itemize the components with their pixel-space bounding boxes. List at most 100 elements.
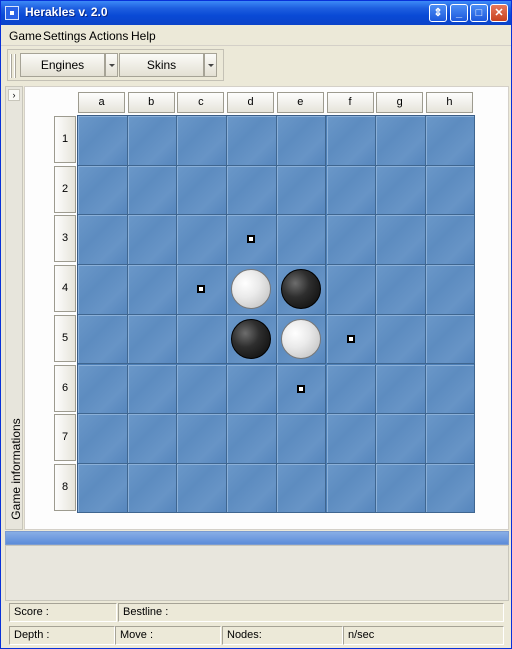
- board-cell-e2[interactable]: [276, 165, 327, 216]
- toolbar-grip-2[interactable]: [14, 54, 16, 78]
- board-cell-g1[interactable]: [376, 116, 426, 166]
- board-cell-g5[interactable]: [376, 314, 426, 365]
- game-info-label[interactable]: Game informations: [9, 409, 23, 529]
- skins-dropdown-icon[interactable]: [204, 53, 217, 77]
- column-header-e: e: [276, 92, 324, 113]
- board-cell-e7[interactable]: [276, 414, 327, 464]
- board-cell-b3[interactable]: [127, 215, 178, 265]
- board-cell-d4[interactable]: [227, 265, 277, 315]
- board-cell-c4[interactable]: [177, 265, 227, 315]
- board-cell-g3[interactable]: [376, 215, 426, 265]
- board-cell-a5[interactable]: [78, 314, 128, 365]
- board-cell-b2[interactable]: [127, 165, 178, 216]
- board-cell-h8[interactable]: [425, 463, 476, 514]
- minimize-button[interactable]: _: [450, 4, 468, 22]
- board-cell-c2[interactable]: [177, 165, 227, 216]
- board-cell-a3[interactable]: [78, 215, 128, 265]
- board-area: abcdefgh 12345678: [24, 86, 509, 530]
- board-cell-f8[interactable]: [326, 463, 376, 514]
- board-cell-e1[interactable]: [276, 116, 327, 166]
- board-cell-c8[interactable]: [177, 463, 227, 514]
- board-cell-c6[interactable]: [177, 364, 227, 414]
- skins-button[interactable]: Skins: [119, 53, 204, 77]
- board-cell-d5[interactable]: [227, 314, 277, 365]
- board-cell-c1[interactable]: [177, 116, 227, 166]
- board-cell-h3[interactable]: [425, 215, 476, 265]
- board-cell-d2[interactable]: [227, 165, 277, 216]
- board-cell-d7[interactable]: [227, 414, 277, 464]
- legal-move-marker-c4[interactable]: [197, 285, 206, 294]
- board-cell-d1[interactable]: [227, 116, 277, 166]
- board-cell-h4[interactable]: [425, 265, 476, 315]
- board-cell-a2[interactable]: [78, 165, 128, 216]
- expand-chevron-icon[interactable]: ›: [8, 89, 20, 101]
- board-cell-e3[interactable]: [276, 215, 327, 265]
- rollup-icon[interactable]: ⇕: [429, 4, 447, 22]
- engines-button[interactable]: Engines: [20, 53, 105, 77]
- column-header-h: h: [425, 92, 473, 113]
- row-header-3: 3: [54, 215, 76, 263]
- board-cell-g8[interactable]: [376, 463, 426, 514]
- board-cell-e8[interactable]: [276, 463, 327, 514]
- board-cell-f6[interactable]: [326, 364, 376, 414]
- board-cell-h1[interactable]: [425, 116, 476, 166]
- board-cell-g6[interactable]: [376, 364, 426, 414]
- title-bar[interactable]: Herakles v. 2.0 ⇕ _ □ ✕: [1, 1, 511, 25]
- board-cell-c7[interactable]: [177, 414, 227, 464]
- board-cell-g7[interactable]: [376, 414, 426, 464]
- engines-dropdown-icon[interactable]: [105, 53, 118, 77]
- board-cell-c5[interactable]: [177, 314, 227, 365]
- board-cell-f7[interactable]: [326, 414, 376, 464]
- board-cell-g2[interactable]: [376, 165, 426, 216]
- board-cell-h6[interactable]: [425, 364, 476, 414]
- board-cell-b8[interactable]: [127, 463, 178, 514]
- board-cell-c3[interactable]: [177, 215, 227, 265]
- board-cell-b7[interactable]: [127, 414, 178, 464]
- row-header-4: 4: [54, 265, 76, 313]
- board-cell-a4[interactable]: [78, 265, 128, 315]
- menu-help[interactable]: Help: [131, 29, 156, 43]
- menu-game[interactable]: Game: [9, 29, 42, 43]
- legal-move-marker-d3[interactable]: [247, 235, 256, 244]
- board-cell-h2[interactable]: [425, 165, 476, 216]
- column-header-d: d: [227, 92, 275, 113]
- toolbar-grip[interactable]: [10, 54, 12, 78]
- board-cell-b1[interactable]: [127, 116, 178, 166]
- board-cell-f4[interactable]: [326, 265, 376, 315]
- column-header-g: g: [376, 92, 424, 113]
- row-header-5: 5: [54, 314, 76, 362]
- board-cell-a7[interactable]: [78, 414, 128, 464]
- board-cell-f1[interactable]: [326, 116, 376, 166]
- board-cell-h7[interactable]: [425, 414, 476, 464]
- menu-settings[interactable]: Settings: [43, 29, 86, 43]
- board-cell-b6[interactable]: [127, 364, 178, 414]
- board-cell-b4[interactable]: [127, 265, 178, 315]
- board-cell-f2[interactable]: [326, 165, 376, 216]
- board-cell-d8[interactable]: [227, 463, 277, 514]
- board-cell-a8[interactable]: [78, 463, 128, 514]
- board-cell-g4[interactable]: [376, 265, 426, 315]
- board-cell-b5[interactable]: [127, 314, 178, 365]
- game-info-panel[interactable]: › Game informations: [5, 86, 23, 530]
- legal-move-marker-f5[interactable]: [346, 334, 355, 343]
- board-cell-d3[interactable]: [227, 215, 277, 265]
- row-header-6: 6: [54, 364, 76, 412]
- board-cell-a6[interactable]: [78, 364, 128, 414]
- log-panel-header[interactable]: [5, 531, 509, 545]
- board-cell-f3[interactable]: [326, 215, 376, 265]
- row-header-8: 8: [54, 463, 76, 511]
- black-disc-e4: [280, 269, 321, 310]
- board-cell-f5[interactable]: [326, 314, 376, 365]
- board-cell-d6[interactable]: [227, 364, 277, 414]
- app-icon[interactable]: [5, 6, 19, 20]
- close-button[interactable]: ✕: [490, 4, 508, 22]
- board-cell-e4[interactable]: [276, 265, 327, 315]
- board-cell-a1[interactable]: [78, 116, 128, 166]
- board-cell-e5[interactable]: [276, 314, 327, 365]
- legal-move-marker-e6[interactable]: [296, 384, 305, 393]
- menu-actions[interactable]: Actions: [89, 29, 128, 43]
- board-cell-h5[interactable]: [425, 314, 476, 365]
- othello-board[interactable]: [77, 115, 476, 514]
- maximize-button[interactable]: □: [470, 4, 488, 22]
- board-cell-e6[interactable]: [276, 364, 327, 414]
